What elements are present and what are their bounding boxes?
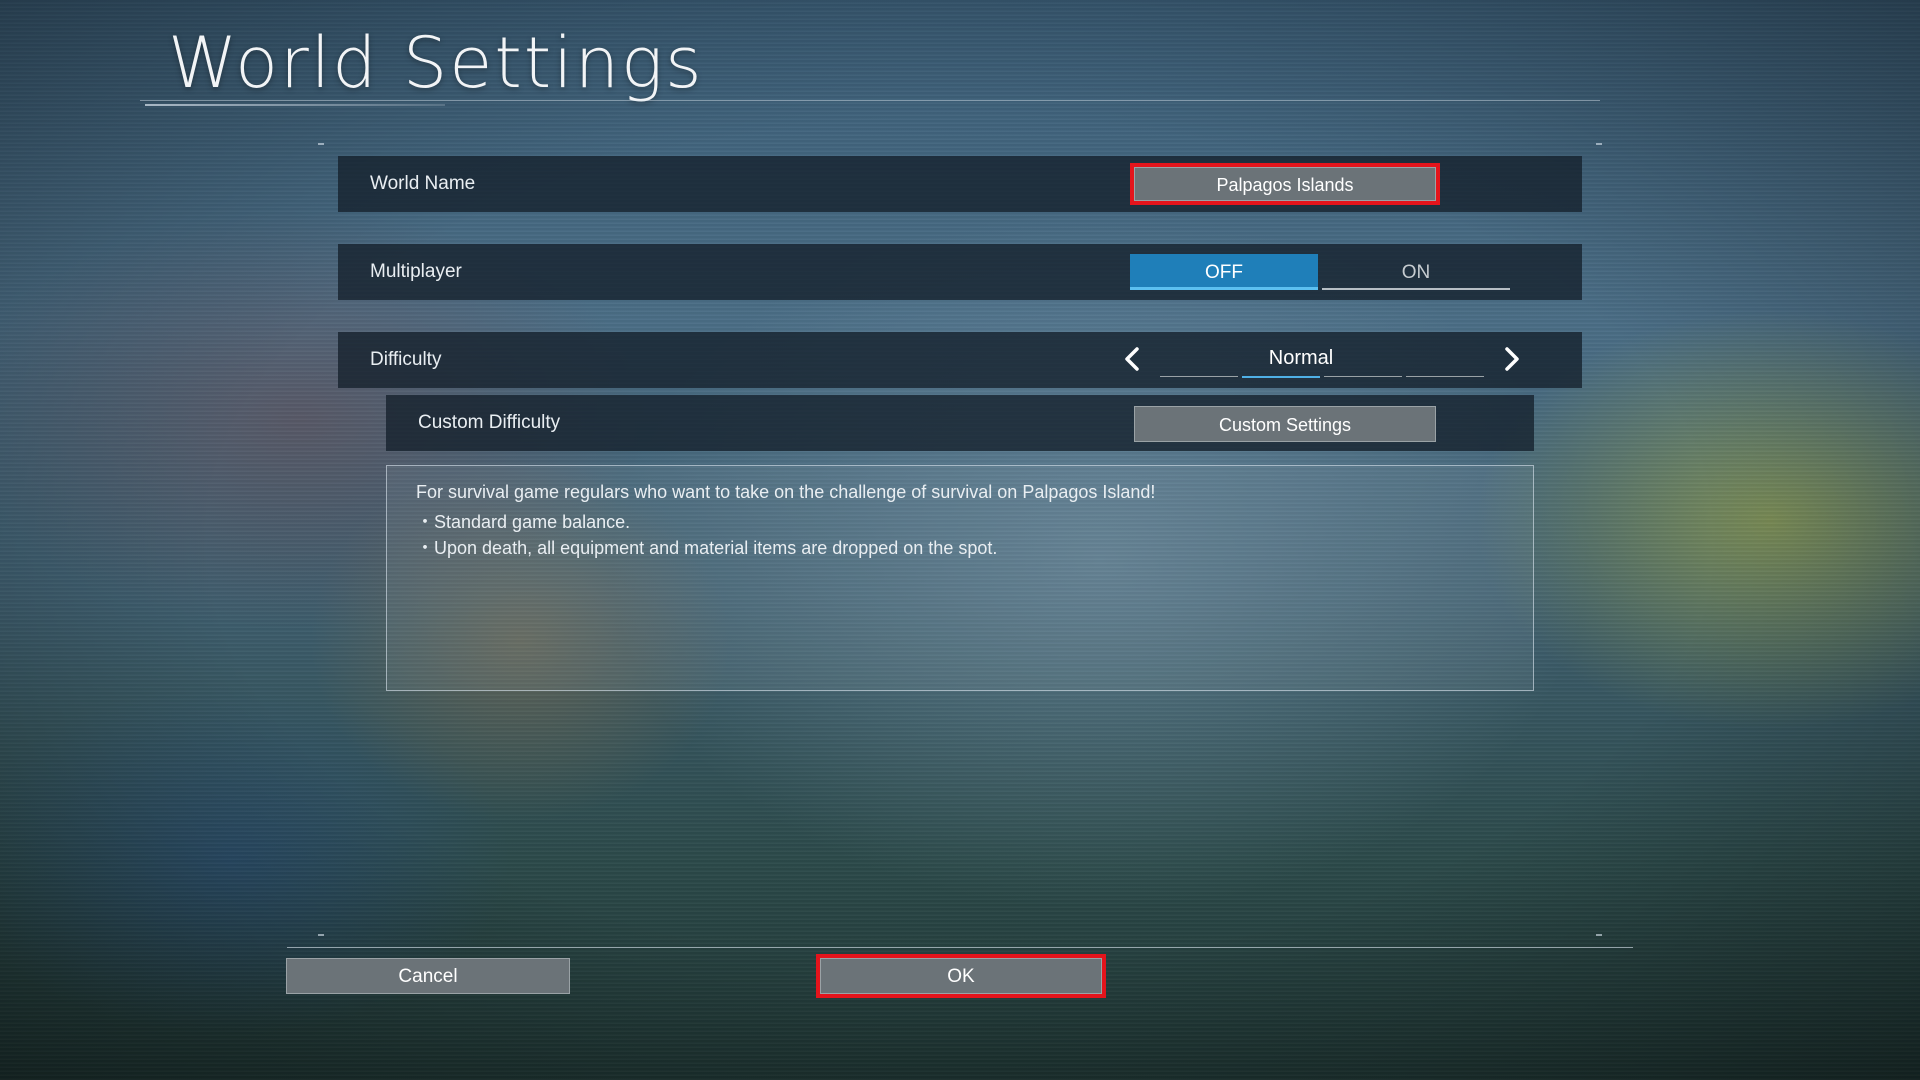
- world-name-label: World Name: [370, 173, 476, 194]
- multiplayer-label: Multiplayer: [370, 261, 462, 282]
- difficulty-level-segment-active: [1242, 376, 1320, 378]
- difficulty-level-segment: [1160, 376, 1238, 377]
- panel-corner-tick: [1596, 143, 1602, 145]
- description-line: ・Upon death, all equipment and material …: [416, 538, 998, 558]
- world-name-row: World Name Palpagos Islands: [338, 156, 1582, 212]
- chevron-left-icon[interactable]: [1118, 344, 1148, 374]
- custom-difficulty-label: Custom Difficulty: [418, 412, 561, 433]
- description-line: ・Standard game balance.: [416, 512, 631, 532]
- difficulty-label: Difficulty: [370, 349, 442, 370]
- chevron-right-icon[interactable]: [1496, 344, 1526, 374]
- difficulty-level-segment: [1406, 376, 1484, 377]
- description-line: For survival game regulars who want to t…: [416, 482, 1156, 502]
- difficulty-row: Difficulty Normal: [338, 332, 1582, 388]
- difficulty-description-box: For survival game regulars who want to t…: [386, 465, 1534, 691]
- panel-corner-tick: [1596, 934, 1602, 936]
- ok-button[interactable]: OK: [816, 954, 1106, 998]
- multiplayer-off-toggle[interactable]: OFF: [1130, 254, 1318, 290]
- multiplayer-row: Multiplayer OFF ON: [338, 244, 1582, 300]
- page-title: World Settings: [168, 22, 704, 104]
- footer-divider: [287, 947, 1633, 948]
- cancel-button[interactable]: Cancel: [286, 958, 570, 994]
- multiplayer-on-toggle[interactable]: ON: [1322, 254, 1510, 290]
- custom-settings-button[interactable]: Custom Settings: [1134, 406, 1436, 442]
- difficulty-level-segment: [1324, 376, 1402, 377]
- panel-corner-tick: [318, 934, 324, 936]
- world-name-input[interactable]: Palpagos Islands: [1130, 163, 1440, 205]
- custom-difficulty-row: Custom Difficulty Custom Settings: [386, 395, 1534, 451]
- title-accent-line: [145, 104, 445, 106]
- difficulty-value: Normal: [1268, 347, 1334, 369]
- title-divider: [140, 100, 1600, 101]
- panel-corner-tick: [318, 143, 324, 145]
